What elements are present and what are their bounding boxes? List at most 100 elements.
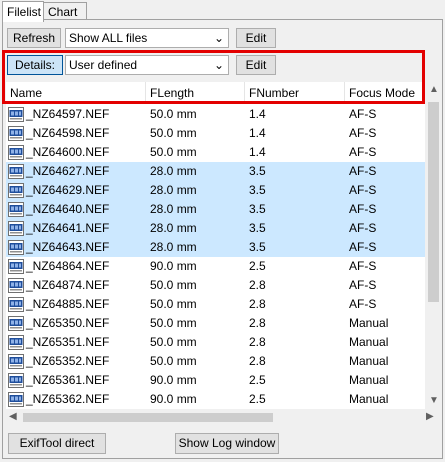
- nef-file-icon: [8, 259, 24, 274]
- cell-flength: 50.0 mm: [150, 297, 197, 311]
- cell-flength: 50.0 mm: [150, 335, 197, 349]
- nef-file-icon: [8, 354, 24, 369]
- cell-name: _NZ64885.NEF: [26, 297, 110, 311]
- table-row[interactable]: _NZ64885.NEF 50.0 mm 2.8 AF-S: [6, 295, 425, 314]
- cell-flength: 90.0 mm: [150, 373, 197, 387]
- cell-name: _NZ65350.NEF: [26, 316, 110, 330]
- cell-fnumber: 1.4: [249, 126, 266, 140]
- filter-edit-button[interactable]: Edit: [236, 28, 276, 48]
- nef-file-icon: [8, 126, 24, 141]
- cell-fnumber: 3.5: [249, 221, 266, 235]
- cell-fnumber: 2.5: [249, 259, 266, 273]
- scroll-down-icon[interactable]: ▼: [429, 395, 439, 406]
- cell-focus-mode: AF-S: [349, 145, 377, 159]
- cell-flength: 28.0 mm: [150, 202, 197, 216]
- file-filter-select[interactable]: Show ALL files ⌄: [65, 28, 229, 48]
- cell-flength: 50.0 mm: [150, 126, 197, 140]
- nef-file-icon: [8, 145, 24, 160]
- highlight-box: [2, 50, 425, 104]
- table-row[interactable]: _NZ65351.NEF 50.0 mm 2.8 Manual: [6, 333, 425, 352]
- table-row[interactable]: _NZ64864.NEF 90.0 mm 2.5 AF-S: [6, 257, 425, 276]
- nef-file-icon: [8, 297, 24, 312]
- cell-focus-mode: Manual: [349, 316, 389, 330]
- table-row[interactable]: _NZ65361.NEF 90.0 mm 2.5 Manual: [6, 371, 425, 390]
- cell-flength: 28.0 mm: [150, 164, 197, 178]
- cell-name: _NZ65362.NEF: [26, 392, 110, 406]
- cell-flength: 50.0 mm: [150, 107, 197, 121]
- cell-name: _NZ64643.NEF: [26, 240, 110, 254]
- table-row[interactable]: _NZ64629.NEF 28.0 mm 3.5 AF-S: [6, 181, 425, 200]
- cell-name: _NZ65352.NEF: [26, 354, 110, 368]
- horizontal-scroll-thumb[interactable]: [23, 413, 273, 422]
- table-row[interactable]: _NZ65352.NEF 50.0 mm 2.8 Manual: [6, 352, 425, 371]
- cell-focus-mode: Manual: [349, 392, 389, 406]
- cell-flength: 50.0 mm: [150, 354, 197, 368]
- cell-focus-mode: Manual: [349, 354, 389, 368]
- cell-fnumber: 2.8: [249, 297, 266, 311]
- table-row[interactable]: _NZ64600.NEF 50.0 mm 1.4 AF-S: [6, 143, 425, 162]
- cell-focus-mode: AF-S: [349, 259, 377, 273]
- cell-fnumber: 2.8: [249, 278, 266, 292]
- nef-file-icon: [8, 373, 24, 388]
- table-row[interactable]: _NZ64641.NEF 28.0 mm 3.5 AF-S: [6, 219, 425, 238]
- cell-fnumber: 3.5: [249, 164, 266, 178]
- cell-name: _NZ64597.NEF: [26, 107, 110, 121]
- cell-fnumber: 2.8: [249, 316, 266, 330]
- cell-fnumber: 3.5: [249, 240, 266, 254]
- cell-name: _NZ64641.NEF: [26, 221, 110, 235]
- cell-name: _NZ64640.NEF: [26, 202, 110, 216]
- nef-file-icon: [8, 107, 24, 122]
- cell-fnumber: 2.8: [249, 335, 266, 349]
- nef-file-icon: [8, 278, 24, 293]
- vertical-scrollbar[interactable]: ▲ ▼: [425, 82, 439, 409]
- scroll-left-icon[interactable]: ◀: [9, 411, 17, 422]
- cell-name: _NZ64629.NEF: [26, 183, 110, 197]
- tab-filelist[interactable]: Filelist: [2, 1, 44, 22]
- table-row[interactable]: _NZ65362.NEF 90.0 mm 2.5 Manual: [6, 390, 425, 409]
- vertical-scroll-thumb[interactable]: [428, 102, 439, 302]
- cell-flength: 90.0 mm: [150, 259, 197, 273]
- table-row[interactable]: _NZ64640.NEF 28.0 mm 3.5 AF-S: [6, 200, 425, 219]
- cell-flength: 28.0 mm: [150, 183, 197, 197]
- table-row[interactable]: _NZ64597.NEF 50.0 mm 1.4 AF-S: [6, 105, 425, 124]
- table-row[interactable]: _NZ64643.NEF 28.0 mm 3.5 AF-S: [6, 238, 425, 257]
- cell-focus-mode: AF-S: [349, 278, 377, 292]
- table-row[interactable]: _NZ64627.NEF 28.0 mm 3.5 AF-S: [6, 162, 425, 181]
- exiftool-direct-button[interactable]: ExifTool direct: [8, 433, 106, 454]
- cell-focus-mode: Manual: [349, 335, 389, 349]
- cell-name: _NZ65361.NEF: [26, 373, 110, 387]
- chevron-down-icon: ⌄: [213, 31, 224, 45]
- table-row[interactable]: _NZ64874.NEF 50.0 mm 2.8 AF-S: [6, 276, 425, 295]
- cell-focus-mode: AF-S: [349, 221, 377, 235]
- cell-flength: 90.0 mm: [150, 392, 197, 406]
- show-log-window-button[interactable]: Show Log window: [175, 433, 279, 454]
- nef-file-icon: [8, 392, 24, 407]
- cell-name: _NZ64600.NEF: [26, 145, 110, 159]
- nef-file-icon: [8, 202, 24, 217]
- cell-fnumber: 3.5: [249, 202, 266, 216]
- cell-fnumber: 2.5: [249, 373, 266, 387]
- cell-focus-mode: AF-S: [349, 297, 377, 311]
- file-filter-value: Show ALL files: [69, 31, 148, 45]
- cell-focus-mode: AF-S: [349, 183, 377, 197]
- cell-flength: 50.0 mm: [150, 316, 197, 330]
- cell-fnumber: 3.5: [249, 183, 266, 197]
- cell-focus-mode: AF-S: [349, 240, 377, 254]
- cell-fnumber: 2.8: [249, 354, 266, 368]
- refresh-button[interactable]: Refresh: [7, 28, 61, 48]
- cell-name: _NZ64864.NEF: [26, 259, 110, 273]
- table-row[interactable]: _NZ64598.NEF 50.0 mm 1.4 AF-S: [6, 124, 425, 143]
- horizontal-scrollbar[interactable]: ◀ ▶: [6, 409, 439, 426]
- cell-focus-mode: AF-S: [349, 164, 377, 178]
- cell-flength: 50.0 mm: [150, 145, 197, 159]
- cell-name: _NZ64874.NEF: [26, 278, 110, 292]
- cell-focus-mode: AF-S: [349, 107, 377, 121]
- scroll-up-icon[interactable]: ▲: [429, 84, 439, 95]
- cell-focus-mode: AF-S: [349, 126, 377, 140]
- nef-file-icon: [8, 335, 24, 350]
- nef-file-icon: [8, 316, 24, 331]
- table-row[interactable]: _NZ65350.NEF 50.0 mm 2.8 Manual: [6, 314, 425, 333]
- scroll-right-icon[interactable]: ▶: [426, 411, 434, 422]
- nef-file-icon: [8, 164, 24, 179]
- nef-file-icon: [8, 240, 24, 255]
